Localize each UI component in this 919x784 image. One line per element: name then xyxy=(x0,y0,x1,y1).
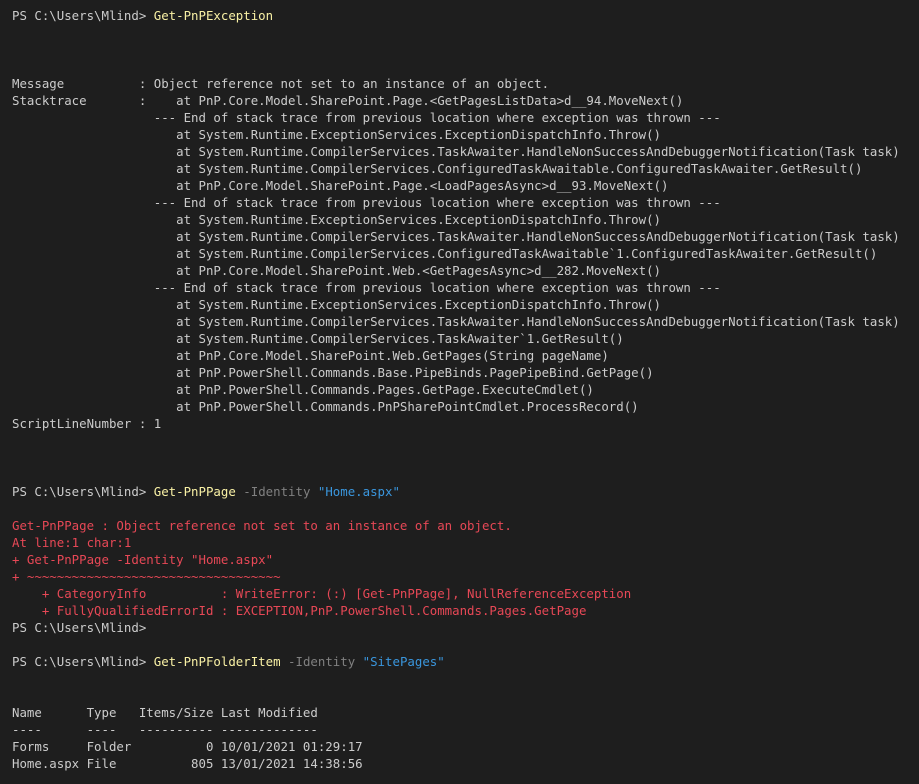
output-text: Name Type Items/Size Last Modified xyxy=(12,705,318,720)
terminal-line: + CategoryInfo : WriteError: (:) [Get-Pn… xyxy=(12,585,919,602)
output-text: PS C:\Users\Mlind> xyxy=(12,620,147,635)
output-text: at System.Runtime.CompilerServices.TaskA… xyxy=(12,229,900,244)
terminal-line: ---- ---- ---------- ------------- xyxy=(12,721,919,738)
output-text: at PnP.Core.Model.SharePoint.Web.<GetPag… xyxy=(12,263,662,278)
error-text: + FullyQualifiedErrorId : EXCEPTION,PnP.… xyxy=(12,603,587,618)
error-text: + Get-PnPPage -Identity "Home.aspx" xyxy=(12,552,274,567)
terminal-line: --- End of stack trace from previous loc… xyxy=(12,109,919,126)
output-text: --- End of stack trace from previous loc… xyxy=(12,280,721,295)
terminal-line: at System.Runtime.CompilerServices.Confi… xyxy=(12,245,919,262)
terminal-line: Get-PnPPage : Object reference not set t… xyxy=(12,517,919,534)
terminal-line: at System.Runtime.CompilerServices.TaskA… xyxy=(12,313,919,330)
output-text: at System.Runtime.CompilerServices.Confi… xyxy=(12,246,878,261)
terminal-line: at PnP.PowerShell.Commands.Base.PipeBind… xyxy=(12,364,919,381)
parameter-name: -Identity xyxy=(280,654,363,669)
terminal-line: --- End of stack trace from previous loc… xyxy=(12,194,919,211)
string-literal: "SitePages" xyxy=(362,654,445,669)
terminal-line: At line:1 char:1 xyxy=(12,534,919,551)
output-text: --- End of stack trace from previous loc… xyxy=(12,195,721,210)
terminal-line: at PnP.Core.Model.SharePoint.Web.GetPage… xyxy=(12,347,919,364)
cmdlet-name: Get-PnPFolderItem xyxy=(153,654,281,669)
terminal-line: at PnP.Core.Model.SharePoint.Page.<LoadP… xyxy=(12,177,919,194)
output-text: PS C:\Users\Mlind> xyxy=(12,484,154,499)
output-text: Home.aspx File 805 13/01/2021 14:38:56 xyxy=(12,756,363,771)
output-text: Message : Object reference not set to an… xyxy=(12,76,550,91)
output-text: at System.Runtime.CompilerServices.TaskA… xyxy=(12,314,900,329)
terminal-line: at System.Runtime.CompilerServices.TaskA… xyxy=(12,228,919,245)
terminal-line: at System.Runtime.ExceptionServices.Exce… xyxy=(12,211,919,228)
cmdlet-name: Get-PnPException xyxy=(153,8,274,23)
terminal-line: Home.aspx File 805 13/01/2021 14:38:56 xyxy=(12,755,919,772)
output-text: PS C:\Users\Mlind> xyxy=(12,8,154,23)
output-text: ScriptLineNumber : 1 xyxy=(12,416,162,431)
output-text: at PnP.PowerShell.Commands.Pages.GetPage… xyxy=(12,382,594,397)
output-text: at System.Runtime.ExceptionServices.Exce… xyxy=(12,127,662,142)
terminal-line: at System.Runtime.ExceptionServices.Exce… xyxy=(12,296,919,313)
terminal-output[interactable]: PS C:\Users\Mlind> Get-PnPException Messa… xyxy=(0,0,919,784)
output-text: ---- ---- ---------- ------------- xyxy=(12,722,318,737)
output-text: at PnP.PowerShell.Commands.PnPSharePoint… xyxy=(12,399,639,414)
error-text: + ~~~~~~~~~~~~~~~~~~~~~~~~~~~~~~~~~~ xyxy=(12,569,281,584)
terminal-line: at System.Runtime.ExceptionServices.Exce… xyxy=(12,126,919,143)
terminal-line: PS C:\Users\Mlind> Get-PnPFolderItem -Id… xyxy=(12,653,919,670)
output-text: at System.Runtime.ExceptionServices.Exce… xyxy=(12,212,662,227)
output-text: Stacktrace : at PnP.Core.Model.SharePoin… xyxy=(12,93,684,108)
terminal-line: Name Type Items/Size Last Modified xyxy=(12,704,919,721)
terminal-line: at System.Runtime.CompilerServices.Confi… xyxy=(12,160,919,177)
output-text: at PnP.Core.Model.SharePoint.Web.GetPage… xyxy=(12,348,609,363)
error-text: At line:1 char:1 xyxy=(12,535,132,550)
terminal-line: at System.Runtime.CompilerServices.TaskA… xyxy=(12,143,919,160)
output-text: Forms Folder 0 10/01/2021 01:29:17 xyxy=(12,739,363,754)
parameter-name: -Identity xyxy=(235,484,318,499)
terminal-line: at PnP.Core.Model.SharePoint.Web.<GetPag… xyxy=(12,262,919,279)
terminal-line: PS C:\Users\Mlind> xyxy=(12,619,919,636)
terminal-line: + ~~~~~~~~~~~~~~~~~~~~~~~~~~~~~~~~~~ xyxy=(12,568,919,585)
output-text: PS C:\Users\Mlind> xyxy=(12,654,154,669)
terminal-line: + Get-PnPPage -Identity "Home.aspx" xyxy=(12,551,919,568)
error-text: Get-PnPPage : Object reference not set t… xyxy=(12,518,512,533)
output-text: at PnP.PowerShell.Commands.Base.PipeBind… xyxy=(12,365,654,380)
terminal-line: Stacktrace : at PnP.Core.Model.SharePoin… xyxy=(12,92,919,109)
terminal-line: Message : Object reference not set to an… xyxy=(12,75,919,92)
output-text: at System.Runtime.CompilerServices.TaskA… xyxy=(12,144,900,159)
terminal-line: at PnP.PowerShell.Commands.Pages.GetPage… xyxy=(12,381,919,398)
output-text: at PnP.Core.Model.SharePoint.Page.<LoadP… xyxy=(12,178,669,193)
terminal-line: ScriptLineNumber : 1 xyxy=(12,415,919,432)
terminal-line: + FullyQualifiedErrorId : EXCEPTION,PnP.… xyxy=(12,602,919,619)
output-text: at System.Runtime.CompilerServices.TaskA… xyxy=(12,331,624,346)
cmdlet-name: Get-PnPPage xyxy=(153,484,236,499)
terminal-line: Forms Folder 0 10/01/2021 01:29:17 xyxy=(12,738,919,755)
terminal-line: PS C:\Users\Mlind> Get-PnPPage -Identity… xyxy=(12,483,919,500)
terminal-line: --- End of stack trace from previous loc… xyxy=(12,279,919,296)
output-text: at System.Runtime.ExceptionServices.Exce… xyxy=(12,297,662,312)
output-text: --- End of stack trace from previous loc… xyxy=(12,110,721,125)
terminal-line: at PnP.PowerShell.Commands.PnPSharePoint… xyxy=(12,398,919,415)
error-text: + CategoryInfo : WriteError: (:) [Get-Pn… xyxy=(12,586,632,601)
terminal-line: at System.Runtime.CompilerServices.TaskA… xyxy=(12,330,919,347)
string-literal: "Home.aspx" xyxy=(317,484,400,499)
terminal-line: PS C:\Users\Mlind> Get-PnPException xyxy=(12,7,919,24)
output-text: at System.Runtime.CompilerServices.Confi… xyxy=(12,161,863,176)
